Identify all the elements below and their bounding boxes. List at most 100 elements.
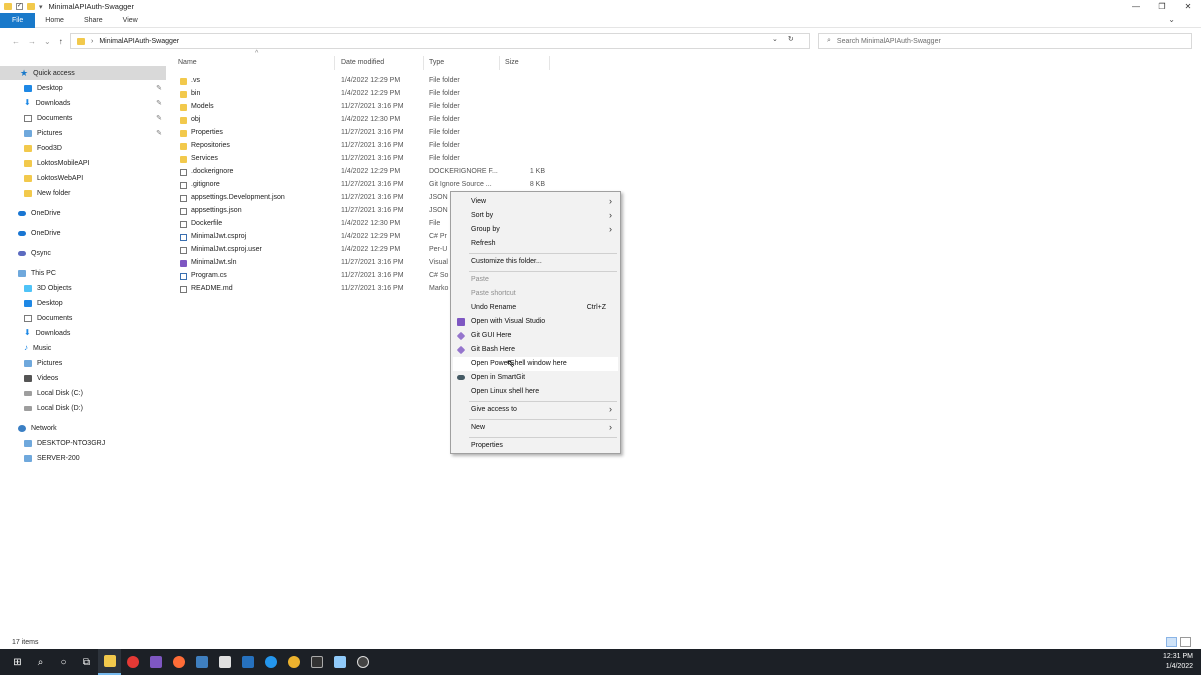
chevron-right-icon: › — [609, 210, 612, 220]
folder-icon — [180, 78, 187, 85]
azure-data-studio-icon[interactable] — [190, 649, 213, 675]
menu-item-group-by[interactable]: Group by › — [453, 223, 618, 237]
address-dropdown-icon[interactable]: ⌄ — [772, 35, 778, 43]
recent-locations-icon[interactable]: ⌄ — [44, 37, 51, 46]
terminal-icon[interactable] — [305, 649, 328, 675]
downloads-icon: ⬇ — [24, 98, 31, 107]
markdown-file-icon — [180, 286, 187, 293]
file-row[interactable]: .dockerignore 1/4/2022 12:29 PM DOCKERIGNO… — [170, 166, 590, 179]
close-button[interactable]: ✕ — [1175, 0, 1201, 13]
breadcrumb-chevron-icon[interactable]: › — [91, 38, 93, 45]
details-view-icon[interactable] — [1166, 637, 1177, 647]
new-folder-icon[interactable] — [27, 3, 35, 10]
github-desktop-icon[interactable] — [213, 649, 236, 675]
column-divider[interactable] — [499, 56, 500, 70]
sidebar-item-videos[interactable]: Videos — [0, 371, 166, 385]
up-arrow-icon[interactable]: ↑ — [59, 37, 63, 46]
menu-item-customize-folder[interactable]: Customize this folder... — [453, 255, 618, 269]
file-row[interactable]: Repositories 11/27/2021 3:16 PM File folde… — [170, 140, 590, 153]
menu-item-git-gui-here[interactable]: Git GUI Here — [453, 329, 618, 343]
menu-item-undo-rename[interactable]: Undo Rename Ctrl+Z — [453, 301, 618, 315]
file-row[interactable]: .vs 1/4/2022 12:29 PM File folder — [170, 75, 590, 88]
sidebar-item-pictures-pc[interactable]: Pictures — [0, 356, 166, 370]
column-divider[interactable] — [423, 56, 424, 70]
refresh-icon[interactable]: ↻ — [788, 35, 794, 43]
menu-item-open-in-smartgit[interactable]: Open in SmartGit — [453, 371, 618, 385]
sidebar-item-documents[interactable]: Documents ✎ — [0, 111, 166, 125]
file-row[interactable]: obj 1/4/2022 12:30 PM File folder — [170, 114, 590, 127]
sidebar-item-loktosmobileapi[interactable]: LoktosMobileAPI — [0, 156, 166, 170]
customize-toolbar-icon[interactable]: ▾ — [39, 3, 43, 11]
sidebar-item-server-200[interactable]: SERVER-200 — [0, 451, 166, 465]
sidebar-item-local-disk-d[interactable]: Local Disk (D:) — [0, 401, 166, 415]
tab-file[interactable]: File — [0, 12, 36, 28]
file-row[interactable]: Properties 11/27/2021 3:16 PM File folder — [170, 127, 590, 140]
column-divider[interactable] — [549, 56, 550, 70]
sidebar-item-loktoswebapi[interactable]: LoktosWebAPI — [0, 171, 166, 185]
column-header-size[interactable]: Size — [505, 56, 519, 70]
file-row[interactable]: Services 11/27/2021 3:16 PM File folder — [170, 153, 590, 166]
minimize-button[interactable]: — — [1123, 0, 1149, 13]
sidebar-item-local-disk-c[interactable]: Local Disk (C:) — [0, 386, 166, 400]
address-bar[interactable]: › MinimalAPIAuth-Swagger — [70, 33, 810, 49]
column-header-name[interactable]: Name — [178, 56, 197, 70]
menu-item-properties[interactable]: Properties — [453, 439, 618, 453]
sidebar-item-onedrive[interactable]: OneDrive — [0, 206, 166, 220]
file-explorer-icon[interactable] — [98, 649, 121, 675]
task-view-icon[interactable]: ⧉ — [75, 649, 98, 675]
sidebar-item-downloads[interactable]: ⬇ Downloads ✎ — [0, 96, 166, 110]
sidebar-item-this-pc[interactable]: This PC — [0, 266, 166, 280]
column-header-type[interactable]: Type — [429, 56, 444, 70]
start-icon[interactable]: ⊞ — [6, 649, 29, 675]
sidebar-item-desktop-pc[interactable]: Desktop — [0, 296, 166, 310]
notepad-icon[interactable] — [328, 649, 351, 675]
system-clock[interactable]: 12:31 PM 1/4/2022 — [1163, 652, 1193, 672]
tab-view[interactable]: View — [113, 13, 148, 28]
menu-item-give-access-to[interactable]: Give access to › — [453, 403, 618, 417]
tab-home[interactable]: Home — [35, 13, 74, 28]
menu-item-open-linux-shell[interactable]: Open Linux shell here — [453, 385, 618, 399]
postman-icon[interactable] — [167, 649, 190, 675]
tab-share[interactable]: Share — [74, 13, 113, 28]
large-icons-view-icon[interactable] — [1180, 637, 1191, 647]
sidebar-item-food3d[interactable]: Food3D — [0, 141, 166, 155]
sidebar-item-documents-pc[interactable]: Documents — [0, 311, 166, 325]
expand-ribbon-icon[interactable]: ⌄ — [1168, 15, 1175, 24]
menu-item-view[interactable]: View › — [453, 195, 618, 209]
restore-button[interactable]: ❐ — [1149, 0, 1175, 13]
opera-icon[interactable] — [121, 649, 144, 675]
sidebar-item-new-folder[interactable]: New folder — [0, 186, 166, 200]
docker-icon[interactable] — [259, 649, 282, 675]
visual-studio-icon[interactable] — [144, 649, 167, 675]
menu-item-open-with-visual-studio[interactable]: Open with Visual Studio — [453, 315, 618, 329]
file-row[interactable]: Models 11/27/2021 3:16 PM File folder — [170, 101, 590, 114]
menu-item-sort-by[interactable]: Sort by › — [453, 209, 618, 223]
sidebar-item-pictures[interactable]: Pictures ✎ — [0, 126, 166, 140]
breadcrumb[interactable]: MinimalAPIAuth-Swagger — [99, 38, 179, 45]
file-row[interactable]: bin 1/4/2022 12:29 PM File folder — [170, 88, 590, 101]
menu-item-open-powershell[interactable]: Open PowerShell window here — [453, 357, 618, 371]
sidebar-item-desktop-nto3grj[interactable]: DESKTOP-NTO3GRJ — [0, 436, 166, 450]
back-arrow-icon[interactable]: ← — [12, 37, 20, 46]
forward-arrow-icon[interactable]: → — [28, 37, 36, 46]
obs-icon[interactable] — [351, 649, 374, 675]
sidebar-item-3d-objects[interactable]: 3D Objects — [0, 281, 166, 295]
sidebar-item-onedrive-2[interactable]: OneDrive — [0, 226, 166, 240]
sidebar-item-qsync[interactable]: Qsync — [0, 246, 166, 260]
menu-item-git-bash-here[interactable]: Git Bash Here — [453, 343, 618, 357]
sidebar-item-quick-access[interactable]: ★ Quick access — [0, 66, 166, 80]
column-divider[interactable] — [334, 56, 335, 70]
sidebar-item-music[interactable]: ♪ Music — [0, 341, 166, 355]
sidebar-item-network[interactable]: Network — [0, 421, 166, 435]
menu-item-refresh[interactable]: Refresh — [453, 237, 618, 251]
powershell-icon[interactable] — [236, 649, 259, 675]
column-header-date[interactable]: Date modified — [341, 56, 384, 70]
cortana-icon[interactable]: ○ — [52, 649, 75, 675]
search-input[interactable]: ⌕ Search MinimalAPIAuth-Swagger — [818, 33, 1192, 49]
search-icon[interactable]: ⌕ — [29, 649, 52, 675]
properties-icon[interactable]: ✓ — [16, 3, 23, 10]
slack-icon[interactable] — [282, 649, 305, 675]
sidebar-item-desktop[interactable]: Desktop ✎ — [0, 81, 166, 95]
menu-item-new[interactable]: New › — [453, 421, 618, 435]
sidebar-item-downloads-pc[interactable]: ⬇ Downloads — [0, 326, 166, 340]
